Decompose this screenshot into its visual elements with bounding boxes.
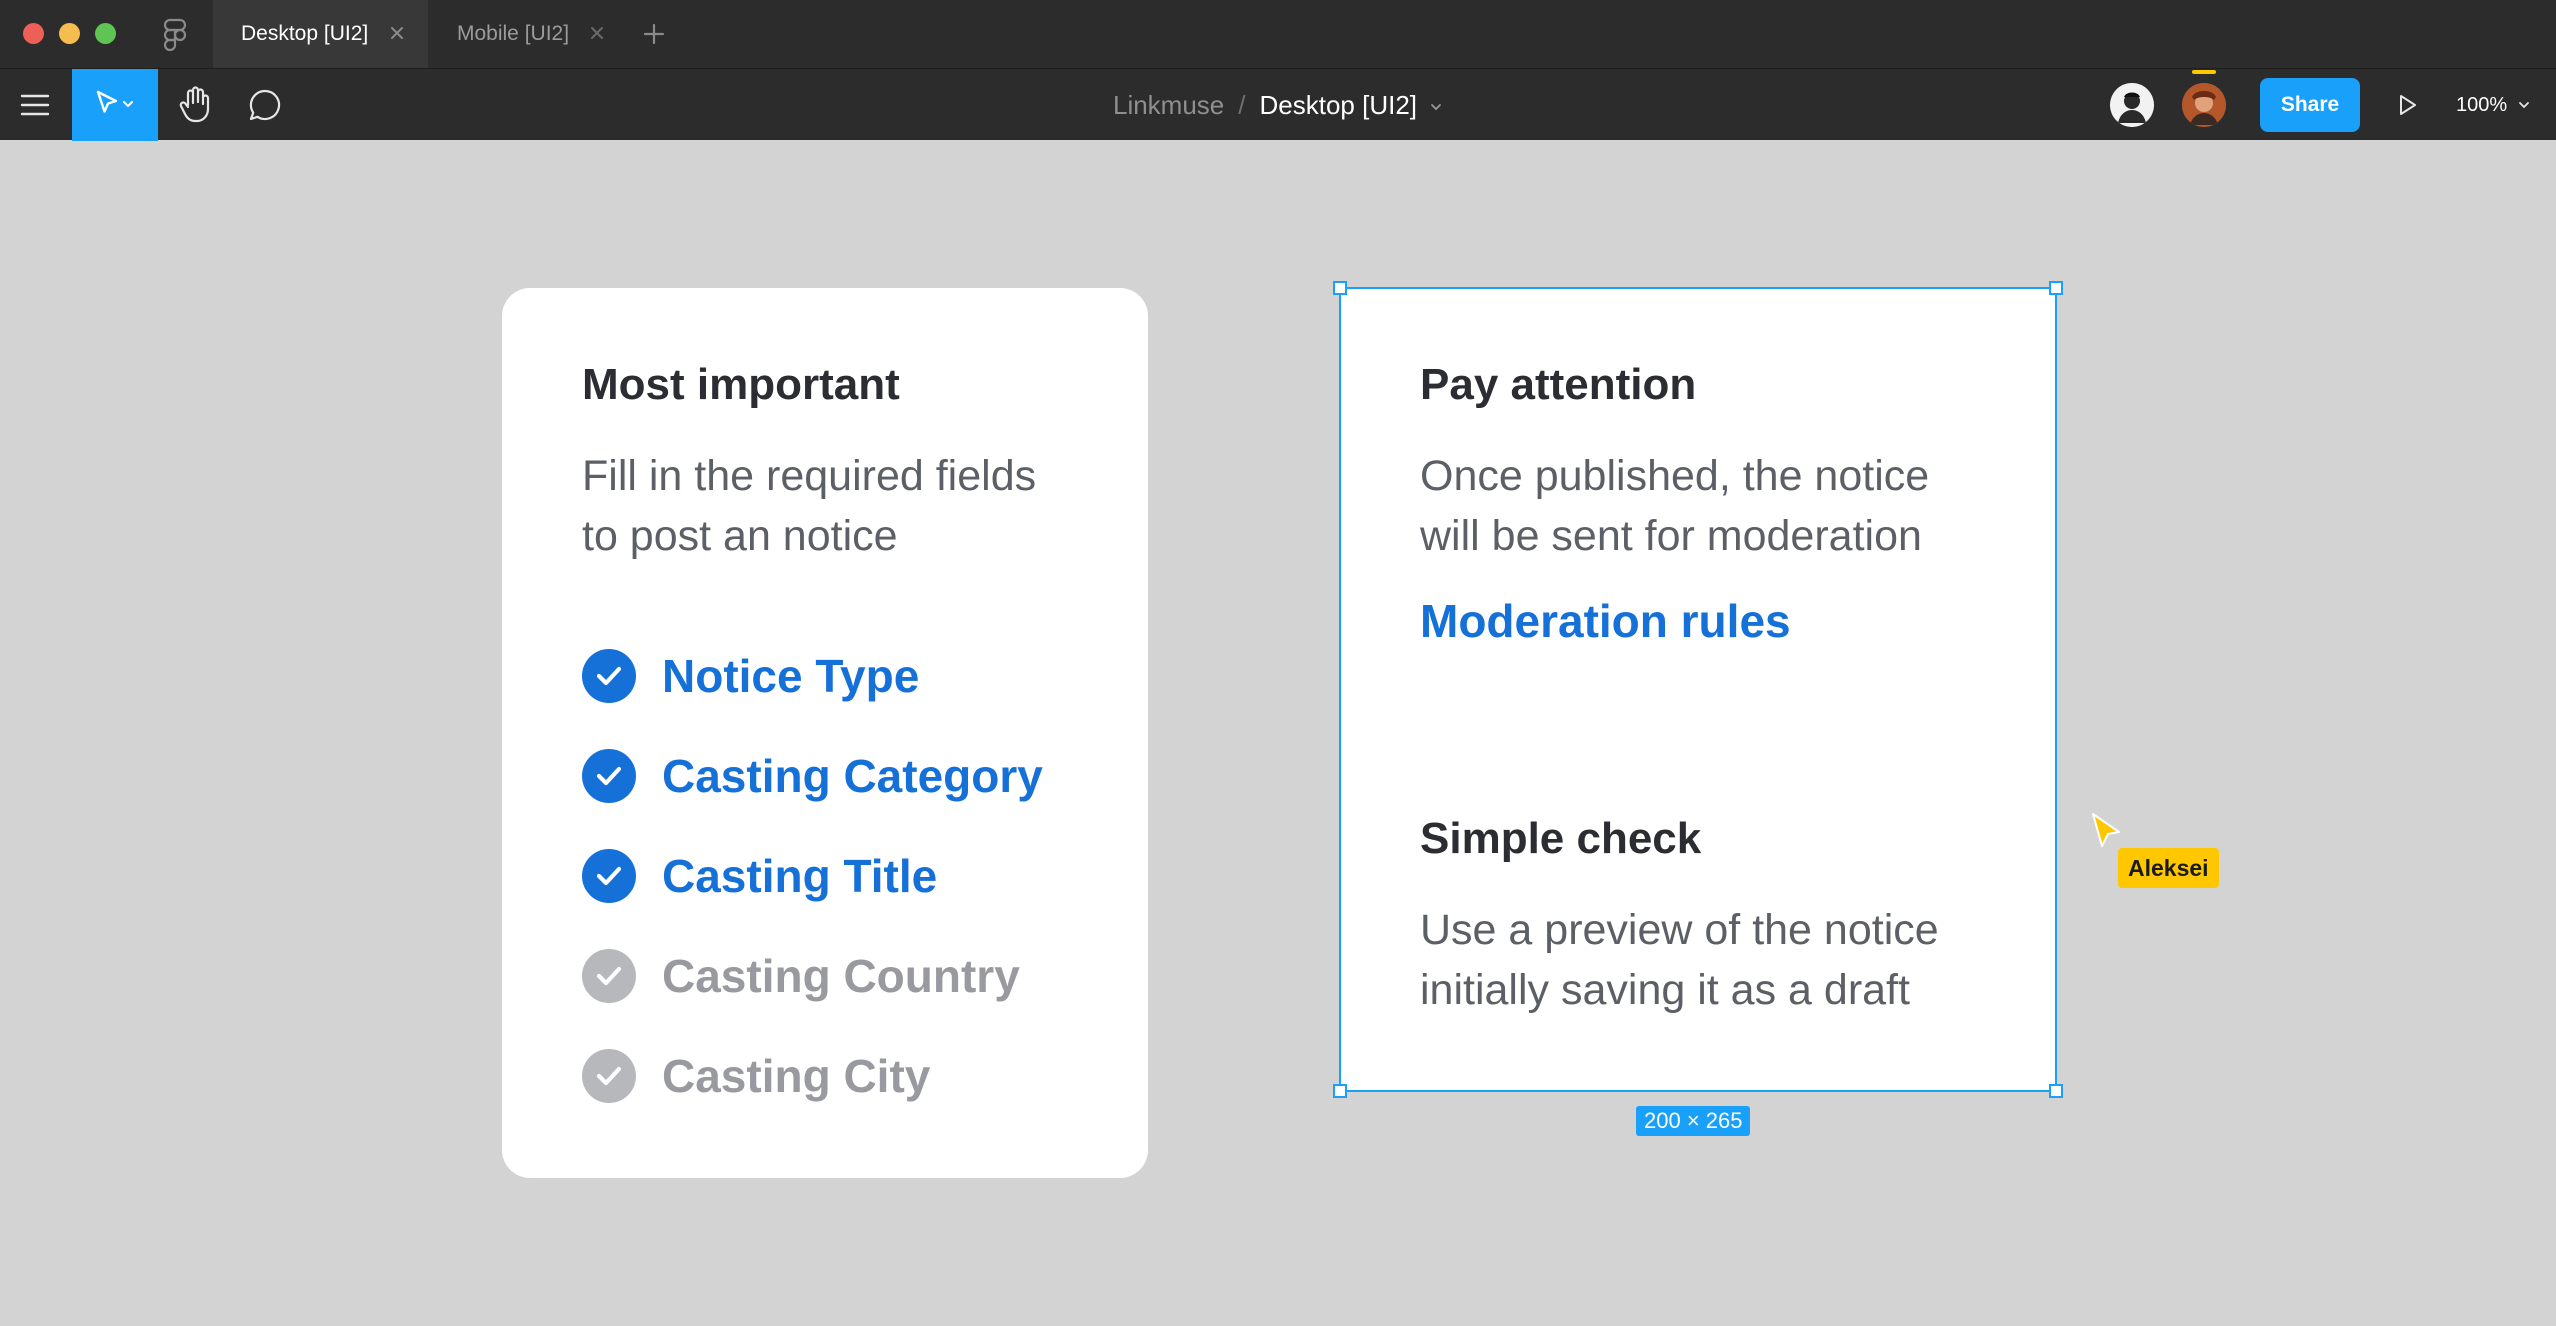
checklist-item-label: Casting Category [662, 750, 1043, 802]
checklist-item-casting-city[interactable]: Casting City [582, 1048, 930, 1104]
checklist-item-casting-title[interactable]: Casting Title [582, 848, 937, 904]
resize-handle-bottom-left[interactable] [1333, 1084, 1347, 1098]
tab-mobile-ui2[interactable]: Mobile [UI2] [428, 0, 618, 68]
breadcrumb-file-name[interactable]: Desktop [UI2] [1260, 90, 1418, 121]
section-text-line-1: Once published, the notice [1420, 452, 1930, 500]
chevron-down-icon [2519, 102, 2530, 109]
checklist-item-casting-country[interactable]: Casting Country [582, 948, 1020, 1004]
zoom-dropdown[interactable]: 100% [2456, 69, 2531, 141]
close-icon[interactable] [386, 22, 408, 44]
window-maximize-button[interactable] [95, 23, 116, 44]
figma-logo-icon[interactable] [161, 18, 189, 52]
window-close-button[interactable] [23, 23, 44, 44]
checklist-item-label: Casting City [662, 1050, 931, 1102]
breadcrumb-separator: / [1238, 89, 1246, 120]
tab-label: Desktop [UI2] [241, 22, 369, 45]
collaborator-avatar[interactable] [2182, 83, 2226, 127]
user-avatar-icon [2110, 83, 2154, 127]
moderation-rules-link[interactable]: Moderation rules [1420, 594, 1791, 648]
window-minimize-button[interactable] [59, 23, 80, 44]
section-title-pay-attention: Pay attention [1420, 360, 1697, 409]
section-text-line-1: Use a preview of the notice [1420, 906, 1939, 954]
zoom-level: 100% [2456, 93, 2508, 116]
selection-size-badge: 200 × 265 [1636, 1106, 1751, 1136]
tab-label: Mobile [UI2] [457, 22, 570, 45]
chevron-down-icon[interactable] [1429, 102, 1443, 112]
checklist-item-label: Casting Title [662, 850, 938, 902]
checklist-item-label: Casting Country [662, 950, 1020, 1002]
left-card-frame[interactable]: Most important Fill in the required fiel… [502, 288, 1148, 1178]
avatar[interactable] [2110, 83, 2154, 127]
move-tool-icon [96, 90, 133, 113]
plus-icon[interactable] [640, 20, 668, 48]
resize-handle-top-left[interactable] [1333, 281, 1347, 295]
section-text-line-2: will be sent for moderation [1420, 512, 1922, 560]
resize-handle-bottom-right[interactable] [2049, 1084, 2063, 1098]
card-description-line-2: to post an notice [582, 512, 898, 560]
checkmark-icon [582, 649, 636, 703]
user-avatar-icon [2182, 83, 2226, 127]
card-description-line-1: Fill in the required fields [582, 452, 1037, 500]
checkmark-icon [582, 849, 636, 903]
checklist-item-notice-type[interactable]: Notice Type [582, 648, 919, 704]
close-icon[interactable] [586, 22, 608, 44]
section-text-line-2: initially saving it as a draft [1420, 966, 1910, 1014]
right-card-frame[interactable]: Pay attention Once published, the notice… [1340, 288, 2056, 1092]
play-icon[interactable] [2393, 91, 2421, 119]
move-tool-button[interactable] [72, 69, 158, 141]
checklist-item-label: Notice Type [662, 650, 920, 702]
breadcrumb-project[interactable]: Linkmuse [1113, 90, 1224, 121]
hand-tool-icon[interactable] [177, 85, 213, 125]
checkmark-icon [582, 1049, 636, 1103]
title-bar: Desktop [UI2] Mobile [UI2] [0, 0, 2556, 68]
tab-desktop-ui2[interactable]: Desktop [UI2] [213, 0, 428, 68]
resize-handle-top-right[interactable] [2049, 281, 2063, 295]
breadcrumb: Linkmuse / Desktop [UI2] [0, 69, 2556, 141]
presence-indicator [2192, 70, 2216, 74]
menu-icon[interactable] [20, 91, 50, 119]
card-title: Most important [582, 360, 900, 409]
checkmark-icon [582, 949, 636, 1003]
collaborator-cursor-icon [2092, 813, 2120, 847]
collaborator-cursor-label: Aleksei [2118, 848, 2219, 888]
section-title-simple-check: Simple check [1420, 814, 1702, 863]
comment-icon[interactable] [248, 88, 282, 122]
checkmark-icon [582, 749, 636, 803]
checklist-item-casting-category[interactable]: Casting Category [582, 748, 1043, 804]
toolbar: Linkmuse / Desktop [UI2] Share 100% [0, 68, 2556, 141]
share-button[interactable]: Share [2260, 78, 2360, 132]
